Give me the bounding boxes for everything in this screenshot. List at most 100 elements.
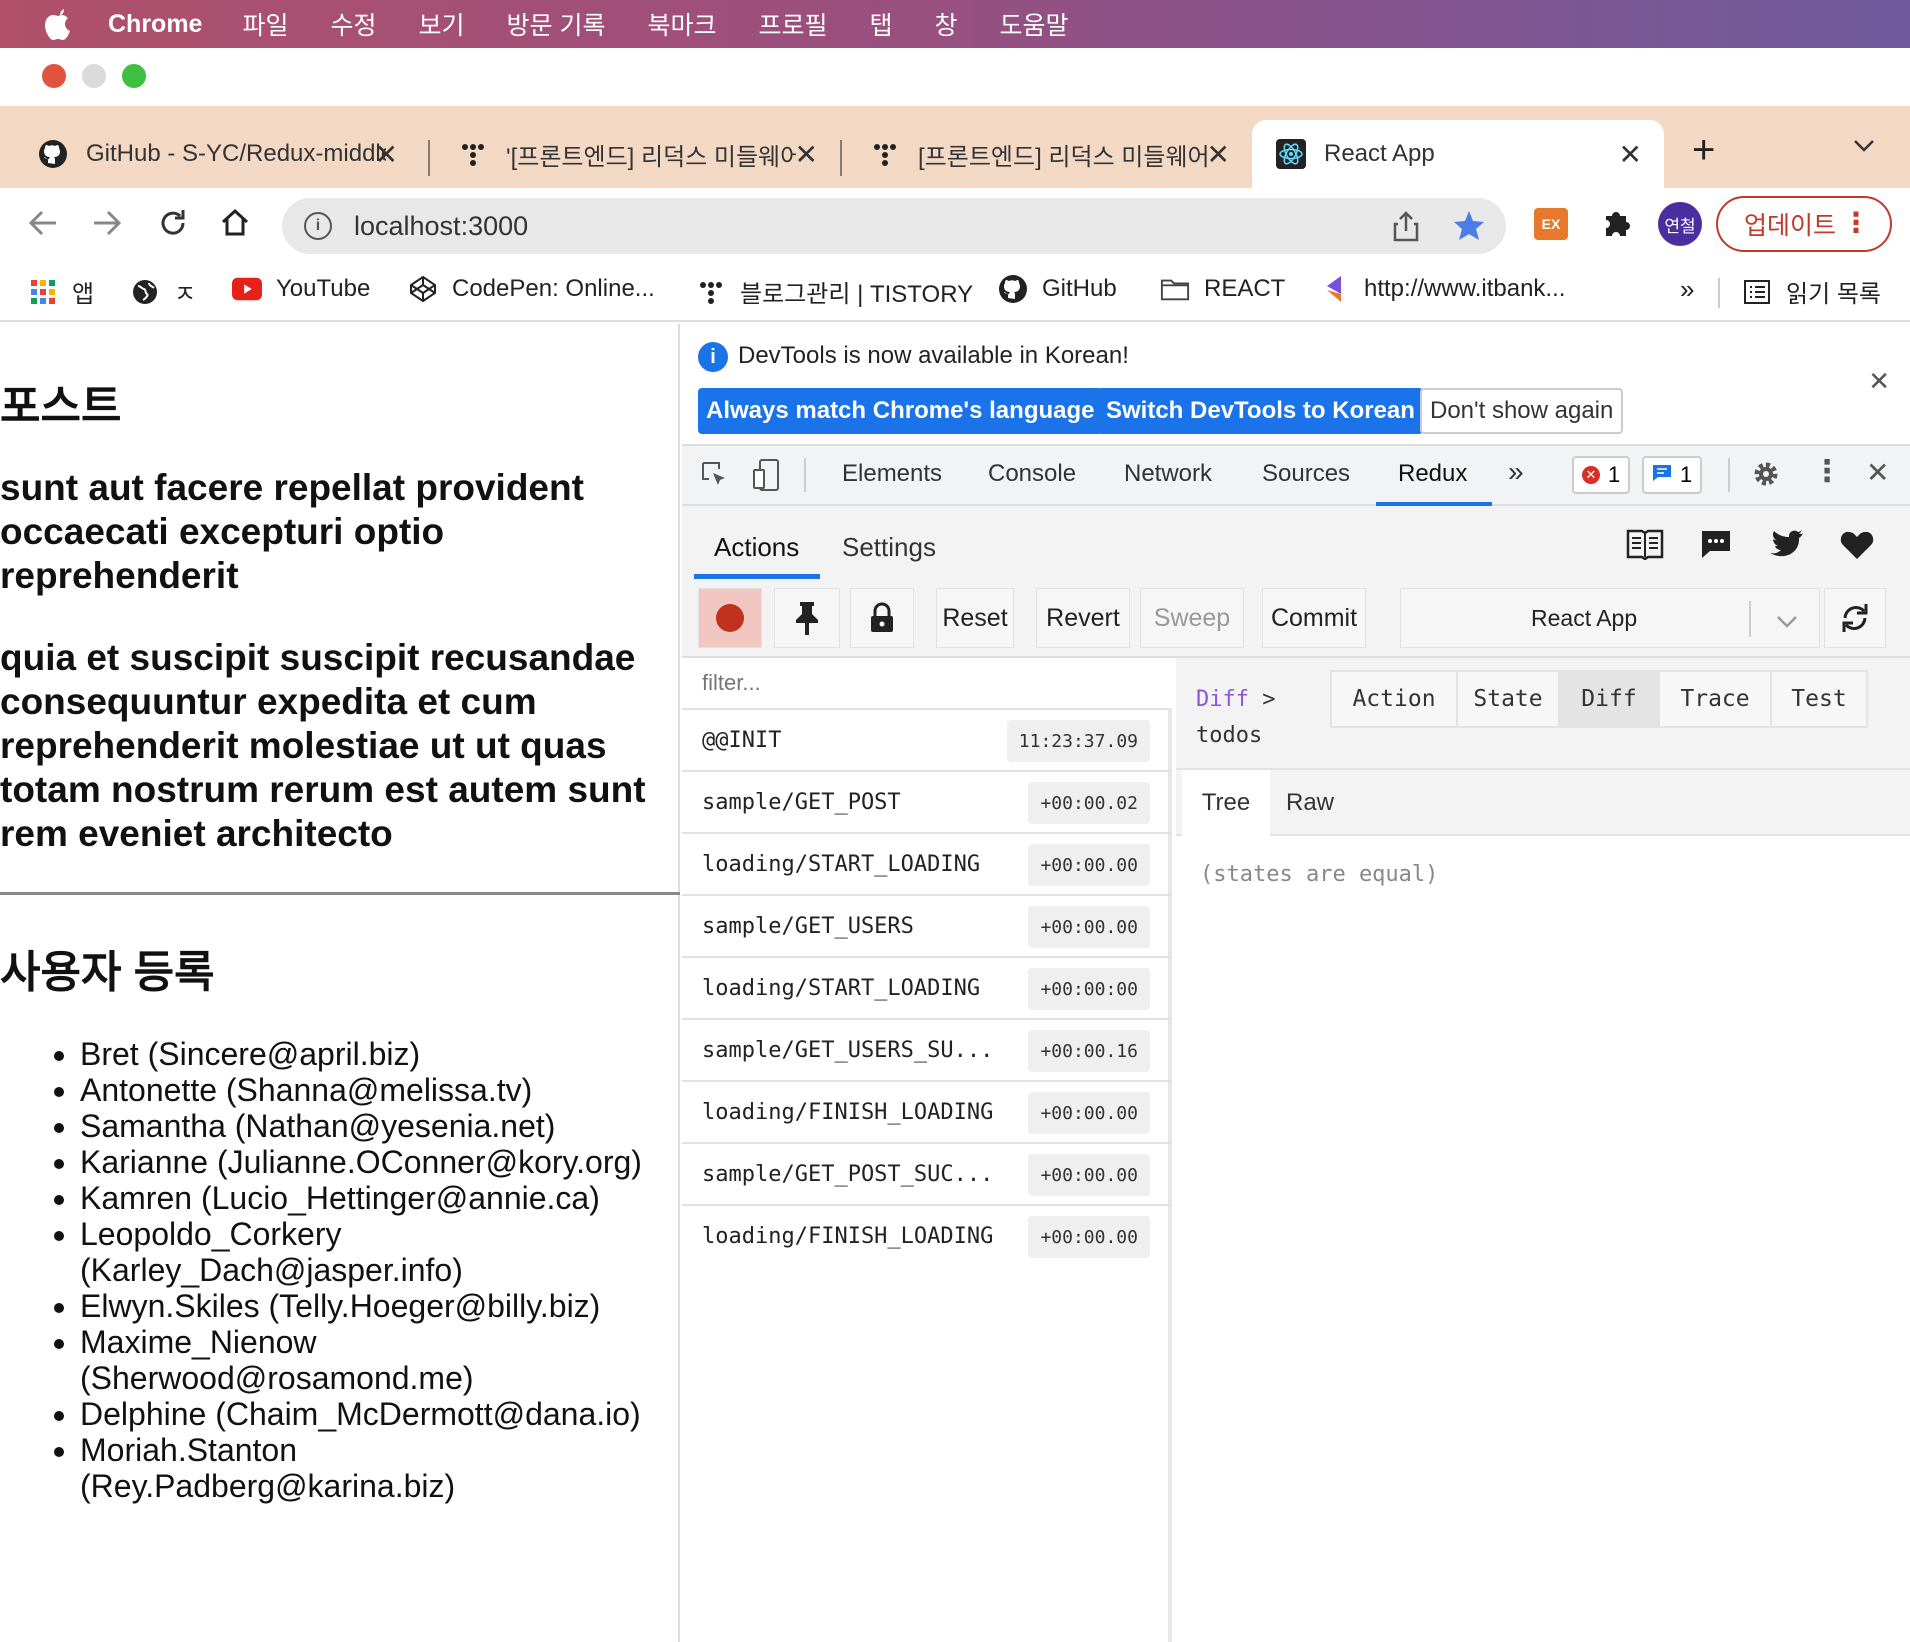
close-window-button[interactable] [42,64,66,88]
action-row[interactable]: loading/FINISH_LOADING +00:00.00 [682,1206,1172,1268]
tab-network[interactable]: Network [1124,460,1212,488]
bookmark-apps[interactable]: 앱 [28,274,94,309]
close-tab-icon[interactable]: ✕ [795,138,818,171]
filter-input[interactable] [682,658,1172,710]
devtools-panel: i DevTools is now available in Korean! A… [682,324,1910,1642]
bookmark-item[interactable]: GitHub [998,274,1117,304]
device-toolbar-icon[interactable] [752,458,782,497]
new-tab-button[interactable]: + [1692,128,1715,173]
more-menu-icon[interactable]: ⋮ [1842,206,1870,239]
menu-window[interactable]: 창 [935,6,958,42]
bookmark-star-icon[interactable] [1452,208,1486,247]
menu-tab[interactable]: 탭 [870,6,893,42]
dont-show-again-button[interactable]: Don't show again [1420,388,1624,434]
bookmark-item[interactable]: 블로그관리 | TISTORY [696,274,973,309]
action-row[interactable]: loading/START_LOADING +00:00.00 [682,834,1172,896]
browser-tab[interactable]: [프론트엔드] 리덕스 미들웨어 ✕ [832,120,1252,188]
bookmark-item[interactable]: YouTube [232,274,370,304]
instance-select[interactable]: React App [1400,588,1820,648]
extension-ex-icon[interactable]: EX [1534,208,1568,240]
tab-redux[interactable]: Redux [1398,460,1467,488]
reading-list-button[interactable]: 읽기 목록 [1742,274,1881,309]
match-language-button[interactable]: Always match Chrome's language [698,388,1103,434]
browser-tab[interactable]: '[프론트엔드] 리덕스 미들웨어 ✕ [420,120,840,188]
switch-korean-button[interactable]: Switch DevTools to Korean [1098,388,1423,434]
view-tab-tree[interactable]: Tree [1182,770,1270,836]
twitter-icon[interactable] [1770,530,1804,563]
menu-file[interactable]: 파일 [242,6,288,42]
update-button[interactable]: 업데이트 ⋮ [1716,196,1892,252]
breadcrumb-path[interactable]: todos [1196,723,1262,748]
share-icon[interactable] [1392,210,1420,247]
message-count-badge[interactable]: 1 [1642,456,1703,494]
view-tab-raw[interactable]: Raw [1270,770,1350,836]
redux-tab-actions[interactable]: Actions [714,532,799,563]
home-icon[interactable] [218,206,252,249]
site-info-icon[interactable]: i [304,212,332,240]
tab-sources[interactable]: Sources [1262,460,1350,488]
bookmark-item[interactable]: ㅈ [130,274,196,309]
feedback-chat-icon[interactable] [1700,528,1732,565]
persist-pin-button[interactable] [774,588,840,648]
bookmark-item[interactable]: http://www.itbank... [1320,274,1565,304]
extensions-puzzle-icon[interactable] [1600,206,1634,245]
sync-button[interactable] [1824,588,1886,648]
close-tab-icon[interactable]: ✕ [1619,138,1642,171]
close-tab-icon[interactable]: ✕ [1207,138,1230,171]
action-row[interactable]: sample/GET_USERS +00:00.00 [682,896,1172,958]
commit-button[interactable]: Commit [1262,588,1366,648]
devtools-menu-icon[interactable]: ⋮ [1812,454,1842,489]
redux-tab-settings[interactable]: Settings [842,532,936,563]
action-row[interactable]: sample/GET_USERS_SU... +00:00.16 [682,1020,1172,1082]
menu-help[interactable]: 도움말 [1000,6,1069,42]
monitor-tab-trace[interactable]: Trace [1658,670,1772,728]
tab-console[interactable]: Console [988,460,1076,488]
bookmarks-overflow-icon[interactable]: » [1680,274,1694,305]
sweep-button[interactable]: Sweep [1140,588,1244,648]
minimize-window-button[interactable] [82,64,106,88]
menu-view[interactable]: 보기 [419,6,465,42]
docs-book-icon[interactable] [1626,528,1664,565]
lock-button[interactable] [850,588,914,648]
bookmark-item[interactable]: CodePen: Online... [408,274,655,304]
apple-icon[interactable] [40,5,78,43]
menu-edit[interactable]: 수정 [330,6,376,42]
menu-app-name[interactable]: Chrome [108,10,202,39]
action-row[interactable]: @@INIT 11:23:37.09 [682,710,1172,772]
settings-gear-icon[interactable] [1750,458,1782,495]
menu-bookmarks[interactable]: 북마크 [647,6,716,42]
action-row[interactable]: sample/GET_POST_SUC... +00:00.00 [682,1144,1172,1206]
browser-tab-active[interactable]: React App ✕ [1252,120,1664,188]
reset-button[interactable]: Reset [936,588,1014,648]
forward-icon[interactable] [90,206,124,249]
monitor-tab-state[interactable]: State [1456,670,1560,728]
action-row[interactable]: sample/GET_POST +00:00.02 [682,772,1172,834]
tab-search-icon[interactable] [1852,136,1876,161]
breadcrumb-diff[interactable]: Diff [1196,687,1249,712]
action-row[interactable]: loading/FINISH_LOADING +00:00.00 [682,1082,1172,1144]
heart-icon[interactable] [1840,530,1874,565]
browser-tab[interactable]: GitHub - S-YC/Redux-middleware ✕ [0,120,420,188]
menu-history[interactable]: 방문 기록 [507,6,606,42]
menu-profile[interactable]: 프로필 [758,6,827,42]
record-button[interactable] [698,588,762,648]
action-row[interactable]: loading/START_LOADING +00:00:00 [682,958,1172,1020]
close-tab-icon[interactable]: ✕ [375,138,398,171]
profile-avatar[interactable]: 연철 [1658,202,1702,246]
tab-elements[interactable]: Elements [842,460,942,488]
monitor-tab-test[interactable]: Test [1770,670,1868,728]
close-notice-icon[interactable]: ✕ [1868,366,1890,397]
revert-button[interactable]: Revert [1036,588,1130,648]
close-devtools-icon[interactable]: ✕ [1866,456,1889,489]
url-text[interactable]: localhost:3000 [354,211,528,242]
monitor-tab-diff[interactable]: Diff [1558,670,1660,728]
reload-icon[interactable] [156,206,190,249]
bookmark-folder[interactable]: REACT [1160,274,1285,304]
more-tabs-icon[interactable]: » [1508,456,1524,488]
monitor-tab-action[interactable]: Action [1330,670,1458,728]
address-bar[interactable]: i localhost:3000 [282,198,1506,254]
zoom-window-button[interactable] [122,64,146,88]
error-count-badge[interactable]: ✕ 1 [1572,456,1631,494]
inspect-element-icon[interactable] [700,460,730,495]
back-icon[interactable] [26,206,60,249]
